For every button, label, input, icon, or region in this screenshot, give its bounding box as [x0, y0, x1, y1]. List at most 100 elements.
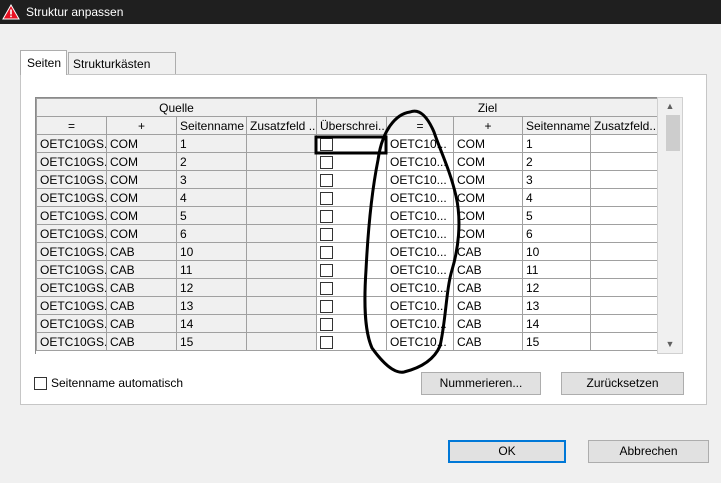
- cell-tgt-page[interactable]: 1: [522, 134, 591, 153]
- overwrite-checkbox[interactable]: [320, 245, 333, 259]
- reset-button[interactable]: Zurücksetzen: [561, 372, 684, 395]
- overwrite-checkbox[interactable]: [320, 335, 333, 349]
- cell-tgt-plus[interactable]: CAB: [453, 296, 523, 315]
- col-header-src-extra[interactable]: Zusatzfeld ...: [246, 116, 317, 135]
- ok-button[interactable]: OK: [448, 440, 566, 463]
- cell-tgt-page[interactable]: 6: [522, 224, 591, 243]
- table-row: OETC10GS... CAB 10 OETC10... CAB 10: [36, 242, 657, 261]
- overwrite-checkbox[interactable]: [320, 317, 333, 331]
- overwrite-checkbox[interactable]: [320, 137, 333, 151]
- cell-tgt-eq[interactable]: OETC10...: [386, 170, 454, 189]
- cell-tgt-eq[interactable]: OETC10...: [386, 134, 454, 153]
- overwrite-checkbox[interactable]: [320, 227, 333, 241]
- cell-tgt-eq[interactable]: OETC10...: [386, 152, 454, 171]
- cell-tgt-extra[interactable]: [589, 188, 657, 207]
- cell-tgt-eq[interactable]: OETC10...: [386, 314, 454, 333]
- auto-page-name-option[interactable]: Seitenname automatisch: [34, 376, 183, 390]
- cell-tgt-extra[interactable]: [589, 224, 657, 243]
- overwrite-checkbox[interactable]: [320, 299, 333, 313]
- cell-tgt-plus[interactable]: COM: [453, 152, 523, 171]
- table-row: OETC10GS... COM 6 OETC10... COM 6: [36, 224, 657, 243]
- cell-tgt-eq[interactable]: OETC10...: [386, 206, 454, 225]
- cell-src-eq: OETC10GS...: [36, 278, 107, 297]
- cell-overwrite: [316, 170, 387, 189]
- cell-tgt-eq[interactable]: OETC10...: [386, 188, 454, 207]
- cell-tgt-plus[interactable]: CAB: [453, 242, 523, 261]
- cell-src-eq: OETC10GS...: [36, 296, 107, 315]
- col-header-tgt-plus[interactable]: +: [453, 116, 523, 135]
- cell-tgt-plus[interactable]: CAB: [453, 314, 523, 333]
- scroll-thumb[interactable]: [666, 115, 680, 151]
- cell-tgt-plus[interactable]: COM: [453, 224, 523, 243]
- cell-tgt-eq[interactable]: OETC10...: [386, 224, 454, 243]
- cell-overwrite: [316, 278, 387, 297]
- col-header-tgt-eq[interactable]: =: [386, 116, 454, 135]
- cell-tgt-extra[interactable]: [589, 170, 657, 189]
- col-header-src-plus[interactable]: +: [106, 116, 177, 135]
- cell-tgt-eq[interactable]: OETC10...: [386, 278, 454, 297]
- overwrite-checkbox[interactable]: [320, 281, 333, 295]
- cell-tgt-page[interactable]: 10: [522, 242, 591, 261]
- cell-tgt-extra[interactable]: [589, 314, 657, 333]
- cell-tgt-eq[interactable]: OETC10...: [386, 242, 454, 261]
- cell-tgt-extra[interactable]: [589, 152, 657, 171]
- col-header-src-eq[interactable]: =: [36, 116, 107, 135]
- col-header-tgt-extra[interactable]: Zusatzfeld...: [589, 116, 657, 135]
- overwrite-checkbox[interactable]: [320, 191, 333, 205]
- cell-tgt-plus[interactable]: COM: [453, 134, 523, 153]
- scroll-up-icon[interactable]: ▲: [658, 98, 682, 115]
- cell-tgt-plus[interactable]: COM: [453, 188, 523, 207]
- cell-tgt-extra[interactable]: [589, 260, 657, 279]
- cell-tgt-page[interactable]: 13: [522, 296, 591, 315]
- cell-tgt-extra[interactable]: [589, 206, 657, 225]
- col-header-tgt-page[interactable]: Seitenname: [522, 116, 591, 135]
- cell-tgt-page[interactable]: 12: [522, 278, 591, 297]
- cell-tgt-plus[interactable]: CAB: [453, 278, 523, 297]
- scroll-down-icon[interactable]: ▼: [658, 336, 682, 353]
- cell-src-page: 13: [176, 296, 247, 315]
- table-row: OETC10GS... COM 1 OETC10... COM 1: [36, 134, 657, 153]
- col-header-overwrite[interactable]: Überschrei...: [316, 116, 387, 135]
- cell-tgt-plus[interactable]: CAB: [453, 260, 523, 279]
- cell-tgt-page[interactable]: 4: [522, 188, 591, 207]
- number-button[interactable]: Nummerieren...: [421, 372, 541, 395]
- cancel-button[interactable]: Abbrechen: [588, 440, 709, 463]
- overwrite-checkbox[interactable]: [320, 263, 333, 277]
- grid-vertical-scrollbar[interactable]: ▲ ▼: [657, 97, 683, 354]
- cell-tgt-extra[interactable]: [589, 278, 657, 297]
- overwrite-checkbox[interactable]: [320, 209, 333, 223]
- cell-tgt-page[interactable]: 11: [522, 260, 591, 279]
- cell-tgt-plus[interactable]: COM: [453, 170, 523, 189]
- cell-tgt-page[interactable]: 2: [522, 152, 591, 171]
- cell-tgt-extra[interactable]: [589, 296, 657, 315]
- cell-tgt-page[interactable]: 5: [522, 206, 591, 225]
- cell-src-extra: [246, 242, 317, 261]
- cell-src-plus: COM: [106, 170, 177, 189]
- cell-src-extra: [246, 170, 317, 189]
- table-row: OETC10GS... COM 3 OETC10... COM 3: [36, 170, 657, 189]
- cell-tgt-plus[interactable]: CAB: [453, 332, 523, 351]
- cell-tgt-extra[interactable]: [589, 134, 657, 153]
- cell-src-eq: OETC10GS...: [36, 242, 107, 261]
- cell-tgt-page[interactable]: 15: [522, 332, 591, 351]
- tab-seiten[interactable]: Seiten: [20, 50, 67, 75]
- table-row: OETC10GS... CAB 15 OETC10... CAB 15: [36, 332, 657, 351]
- tab-strukturkaesten[interactable]: Strukturkästen: [68, 52, 176, 74]
- auto-page-name-checkbox[interactable]: [34, 376, 47, 390]
- cell-tgt-eq[interactable]: OETC10...: [386, 332, 454, 351]
- overwrite-checkbox[interactable]: [320, 173, 333, 187]
- cell-src-eq: OETC10GS...: [36, 314, 107, 333]
- cell-tgt-page[interactable]: 14: [522, 314, 591, 333]
- cell-overwrite: [316, 206, 387, 225]
- cell-tgt-plus[interactable]: COM: [453, 206, 523, 225]
- cell-tgt-eq[interactable]: OETC10...: [386, 296, 454, 315]
- cell-src-extra: [246, 332, 317, 351]
- cell-tgt-extra[interactable]: [589, 242, 657, 261]
- col-header-src-page[interactable]: Seitenname: [176, 116, 247, 135]
- overwrite-checkbox[interactable]: [320, 155, 333, 169]
- cell-tgt-page[interactable]: 3: [522, 170, 591, 189]
- cell-tgt-eq[interactable]: OETC10...: [386, 260, 454, 279]
- cell-src-extra: [246, 260, 317, 279]
- cell-tgt-extra[interactable]: [589, 332, 657, 351]
- cell-src-extra: [246, 224, 317, 243]
